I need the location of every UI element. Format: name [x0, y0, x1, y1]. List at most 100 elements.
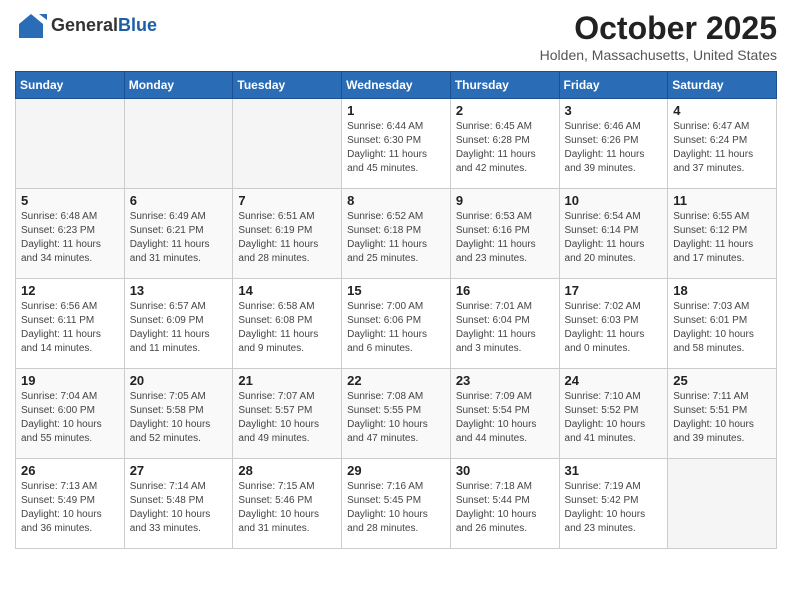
calendar-cell: 11 Sunrise: 6:55 AM Sunset: 6:12 PM Dayli… — [668, 189, 777, 279]
day-info: Sunrise: 7:09 AM Sunset: 5:54 PM Dayligh… — [456, 390, 554, 446]
day-number: 16 — [456, 283, 554, 298]
day-number: 17 — [565, 283, 663, 298]
calendar-cell: 1Sunrise: 6:44 AM Sunset: 6:30 PM Daylig… — [342, 99, 451, 189]
day-info: Sunrise: 6:47 AM Sunset: 6:24 PM Dayligh… — [673, 120, 771, 176]
day-number: 26 — [21, 463, 119, 478]
day-number: 5 — [21, 193, 119, 208]
calendar-cell: 10 Sunrise: 6:54 AM Sunset: 6:14 PM Dayli… — [559, 189, 668, 279]
day-info: Sunrise: 7:03 AM Sunset: 6:01 PM Dayligh… — [673, 300, 771, 356]
day-number: 31 — [565, 463, 663, 478]
calendar-cell: 4 Sunrise: 6:47 AM Sunset: 6:24 PM Daylig… — [668, 99, 777, 189]
week-row-2: 5 Sunrise: 6:48 AM Sunset: 6:23 PM Daylig… — [16, 189, 777, 279]
weekday-header-row: SundayMondayTuesdayWednesdayThursdayFrid… — [16, 72, 777, 99]
day-number: 13 — [130, 283, 228, 298]
calendar-cell: 24 Sunrise: 7:10 AM Sunset: 5:52 PM Dayli… — [559, 369, 668, 459]
day-info: Sunrise: 7:18 AM Sunset: 5:44 PM Dayligh… — [456, 480, 554, 536]
week-row-4: 19 Sunrise: 7:04 AM Sunset: 6:00 PM Dayli… — [16, 369, 777, 459]
calendar-cell — [668, 459, 777, 549]
day-number: 3 — [565, 103, 663, 118]
calendar-cell: 14Sunrise: 6:58 AM Sunset: 6:08 PM Dayli… — [233, 279, 342, 369]
day-number: 4 — [673, 103, 771, 118]
weekday-header-monday: Monday — [124, 72, 233, 99]
calendar-cell — [124, 99, 233, 189]
logo-text: GeneralBlue — [51, 15, 157, 35]
logo: GeneralBlue — [15, 10, 157, 42]
day-info: Sunrise: 6:46 AM Sunset: 6:26 PM Dayligh… — [565, 120, 663, 176]
day-info: Sunrise: 7:13 AM Sunset: 5:49 PM Dayligh… — [21, 480, 119, 536]
calendar-cell: 19 Sunrise: 7:04 AM Sunset: 6:00 PM Dayli… — [16, 369, 125, 459]
day-info: Sunrise: 7:16 AM Sunset: 5:45 PM Dayligh… — [347, 480, 445, 536]
calendar-cell: 8Sunrise: 6:52 AM Sunset: 6:18 PM Daylig… — [342, 189, 451, 279]
calendar-cell: 18 Sunrise: 7:03 AM Sunset: 6:01 PM Dayli… — [668, 279, 777, 369]
week-row-1: 1Sunrise: 6:44 AM Sunset: 6:30 PM Daylig… — [16, 99, 777, 189]
day-info: Sunrise: 7:08 AM Sunset: 5:55 PM Dayligh… — [347, 390, 445, 446]
calendar-cell: 12 Sunrise: 6:56 AM Sunset: 6:11 PM Dayli… — [16, 279, 125, 369]
day-number: 10 — [565, 193, 663, 208]
day-info: Sunrise: 6:54 AM Sunset: 6:14 PM Dayligh… — [565, 210, 663, 266]
calendar-cell: 28 Sunrise: 7:15 AM Sunset: 5:46 PM Dayli… — [233, 459, 342, 549]
title-area: October 2025 Holden, Massachusetts, Unit… — [540, 10, 777, 63]
header: GeneralBlue October 2025 Holden, Massach… — [15, 10, 777, 63]
day-info: Sunrise: 6:55 AM Sunset: 6:12 PM Dayligh… — [673, 210, 771, 266]
day-number: 14 — [238, 283, 336, 298]
calendar-cell: 2 Sunrise: 6:45 AM Sunset: 6:28 PM Daylig… — [450, 99, 559, 189]
day-number: 12 — [21, 283, 119, 298]
day-number: 24 — [565, 373, 663, 388]
day-number: 22 — [347, 373, 445, 388]
day-info: Sunrise: 7:02 AM Sunset: 6:03 PM Dayligh… — [565, 300, 663, 356]
day-info: Sunrise: 7:05 AM Sunset: 5:58 PM Dayligh… — [130, 390, 228, 446]
day-info: Sunrise: 7:07 AM Sunset: 5:57 PM Dayligh… — [238, 390, 336, 446]
day-number: 11 — [673, 193, 771, 208]
day-number: 7 — [238, 193, 336, 208]
day-info: Sunrise: 6:52 AM Sunset: 6:18 PM Dayligh… — [347, 210, 445, 266]
week-row-3: 12 Sunrise: 6:56 AM Sunset: 6:11 PM Dayli… — [16, 279, 777, 369]
day-info: Sunrise: 7:11 AM Sunset: 5:51 PM Dayligh… — [673, 390, 771, 446]
day-info: Sunrise: 6:56 AM Sunset: 6:11 PM Dayligh… — [21, 300, 119, 356]
day-number: 30 — [456, 463, 554, 478]
calendar-cell: 22 Sunrise: 7:08 AM Sunset: 5:55 PM Dayli… — [342, 369, 451, 459]
weekday-header-thursday: Thursday — [450, 72, 559, 99]
calendar-cell: 26 Sunrise: 7:13 AM Sunset: 5:49 PM Dayli… — [16, 459, 125, 549]
week-row-5: 26 Sunrise: 7:13 AM Sunset: 5:49 PM Dayli… — [16, 459, 777, 549]
calendar-cell: 27 Sunrise: 7:14 AM Sunset: 5:48 PM Dayli… — [124, 459, 233, 549]
calendar-cell: 9Sunrise: 6:53 AM Sunset: 6:16 PM Daylig… — [450, 189, 559, 279]
calendar-cell — [233, 99, 342, 189]
calendar-cell: 29Sunrise: 7:16 AM Sunset: 5:45 PM Dayli… — [342, 459, 451, 549]
day-info: Sunrise: 6:57 AM Sunset: 6:09 PM Dayligh… — [130, 300, 228, 356]
day-info: Sunrise: 7:15 AM Sunset: 5:46 PM Dayligh… — [238, 480, 336, 536]
calendar-cell: 31 Sunrise: 7:19 AM Sunset: 5:42 PM Dayli… — [559, 459, 668, 549]
day-number: 28 — [238, 463, 336, 478]
day-number: 21 — [238, 373, 336, 388]
day-number: 6 — [130, 193, 228, 208]
day-info: Sunrise: 6:44 AM Sunset: 6:30 PM Dayligh… — [347, 120, 445, 176]
calendar-cell: 16Sunrise: 7:01 AM Sunset: 6:04 PM Dayli… — [450, 279, 559, 369]
weekday-header-friday: Friday — [559, 72, 668, 99]
day-info: Sunrise: 6:51 AM Sunset: 6:19 PM Dayligh… — [238, 210, 336, 266]
location: Holden, Massachusetts, United States — [540, 47, 777, 63]
logo-icon — [15, 10, 47, 42]
day-number: 2 — [456, 103, 554, 118]
day-number: 25 — [673, 373, 771, 388]
day-number: 27 — [130, 463, 228, 478]
calendar-table: SundayMondayTuesdayWednesdayThursdayFrid… — [15, 71, 777, 549]
calendar-cell: 20 Sunrise: 7:05 AM Sunset: 5:58 PM Dayli… — [124, 369, 233, 459]
day-number: 20 — [130, 373, 228, 388]
day-info: Sunrise: 6:48 AM Sunset: 6:23 PM Dayligh… — [21, 210, 119, 266]
day-info: Sunrise: 7:04 AM Sunset: 6:00 PM Dayligh… — [21, 390, 119, 446]
day-number: 19 — [21, 373, 119, 388]
weekday-header-wednesday: Wednesday — [342, 72, 451, 99]
day-info: Sunrise: 7:14 AM Sunset: 5:48 PM Dayligh… — [130, 480, 228, 536]
day-info: Sunrise: 7:00 AM Sunset: 6:06 PM Dayligh… — [347, 300, 445, 356]
calendar-cell: 13 Sunrise: 6:57 AM Sunset: 6:09 PM Dayli… — [124, 279, 233, 369]
day-info: Sunrise: 6:45 AM Sunset: 6:28 PM Dayligh… — [456, 120, 554, 176]
day-number: 15 — [347, 283, 445, 298]
calendar-cell: 17 Sunrise: 7:02 AM Sunset: 6:03 PM Dayli… — [559, 279, 668, 369]
day-info: Sunrise: 7:19 AM Sunset: 5:42 PM Dayligh… — [565, 480, 663, 536]
calendar-cell: 21 Sunrise: 7:07 AM Sunset: 5:57 PM Dayli… — [233, 369, 342, 459]
day-info: Sunrise: 7:10 AM Sunset: 5:52 PM Dayligh… — [565, 390, 663, 446]
day-number: 23 — [456, 373, 554, 388]
calendar-cell: 3 Sunrise: 6:46 AM Sunset: 6:26 PM Daylig… — [559, 99, 668, 189]
calendar-cell: 30 Sunrise: 7:18 AM Sunset: 5:44 PM Dayli… — [450, 459, 559, 549]
day-number: 18 — [673, 283, 771, 298]
calendar-cell — [16, 99, 125, 189]
